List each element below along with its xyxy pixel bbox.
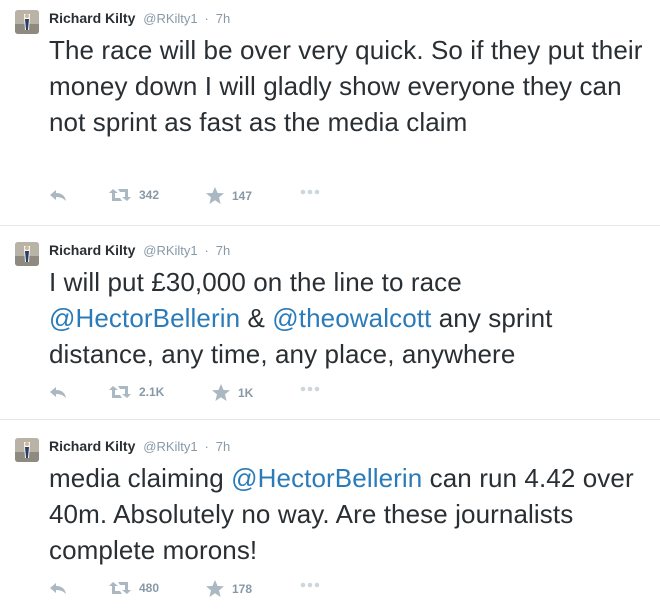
tweet-text-part: I will put £30,000 on the line to race (49, 267, 462, 297)
star-icon (206, 580, 224, 597)
reply-button[interactable] (49, 580, 67, 596)
tweet-text-body: The race will be over very quick. So if … (49, 35, 643, 137)
reply-icon (49, 580, 67, 596)
user-handle[interactable]: @RKilty1 (143, 243, 197, 258)
favorite-button[interactable]: 147 (206, 187, 252, 204)
tweet[interactable]: Richard Kilty @RKilty1 · 7h The race wil… (0, 0, 660, 226)
mention-link[interactable]: @HectorBellerin (49, 303, 240, 333)
retweet-button[interactable]: 2.1K (109, 384, 164, 400)
more-dots-icon (300, 386, 320, 392)
separator: · (204, 11, 209, 26)
display-name[interactable]: Richard Kilty (49, 10, 135, 26)
retweet-button[interactable]: 342 (109, 187, 159, 203)
favorite-button[interactable]: 1K (212, 384, 253, 401)
more-dots-icon (300, 582, 320, 588)
retweet-icon (109, 580, 131, 596)
timestamp[interactable]: 7h (216, 243, 230, 258)
avatar[interactable] (15, 438, 39, 462)
reply-button[interactable] (49, 187, 67, 203)
tweet-text: I will put £30,000 on the line to race @… (49, 264, 649, 372)
tweet-text: The race will be over very quick. So if … (49, 32, 649, 140)
mention-link[interactable]: @HectorBellerin (231, 463, 422, 493)
reply-icon (49, 384, 67, 400)
tweet-header: Richard Kilty @RKilty1 · 7h (49, 240, 230, 261)
tweet-text-part: media claiming (49, 463, 232, 493)
retweet-count: 480 (139, 581, 160, 595)
tweet-actions: 2.1K 1K (49, 384, 349, 404)
retweet-icon (109, 384, 131, 400)
timestamp[interactable]: 7h (216, 439, 230, 454)
user-handle[interactable]: @RKilty1 (143, 11, 197, 26)
avatar[interactable] (15, 242, 39, 266)
retweet-icon (109, 187, 131, 203)
tweet-actions: 480 178 (49, 580, 349, 600)
tweet-header: Richard Kilty @RKilty1 · 7h (49, 436, 230, 457)
favorite-count: 178 (232, 581, 253, 596)
favorite-count: 1K (238, 385, 254, 400)
tweet[interactable]: Richard Kilty @RKilty1 · 7h I will put £… (0, 232, 660, 420)
tweet-header: Richard Kilty @RKilty1 · 7h (49, 8, 230, 29)
more-button[interactable] (300, 189, 320, 195)
avatar[interactable] (15, 10, 39, 34)
tweet-text-part: & (240, 303, 273, 333)
more-dots-icon (300, 189, 320, 195)
more-button[interactable] (300, 386, 320, 392)
timestamp[interactable]: 7h (216, 11, 230, 26)
display-name[interactable]: Richard Kilty (49, 242, 135, 258)
reply-icon (49, 187, 67, 203)
separator: · (204, 439, 209, 454)
tweet-actions: 342 147 (49, 187, 349, 207)
retweet-button[interactable]: 480 (109, 580, 159, 596)
retweet-count: 2.1K (139, 385, 165, 399)
display-name[interactable]: Richard Kilty (49, 438, 135, 454)
more-button[interactable] (300, 582, 320, 588)
favorite-count: 147 (232, 188, 253, 203)
reply-button[interactable] (49, 384, 67, 400)
tweet-text: media claiming @HectorBellerin can run 4… (49, 460, 649, 568)
mention-link[interactable]: @theowalcott (272, 303, 431, 333)
favorite-button[interactable]: 178 (206, 580, 252, 597)
separator: · (204, 243, 209, 258)
retweet-count: 342 (139, 188, 160, 202)
tweet[interactable]: Richard Kilty @RKilty1 · 7h media claimi… (0, 428, 660, 614)
star-icon (212, 384, 230, 401)
star-icon (206, 187, 224, 204)
user-handle[interactable]: @RKilty1 (143, 439, 197, 454)
